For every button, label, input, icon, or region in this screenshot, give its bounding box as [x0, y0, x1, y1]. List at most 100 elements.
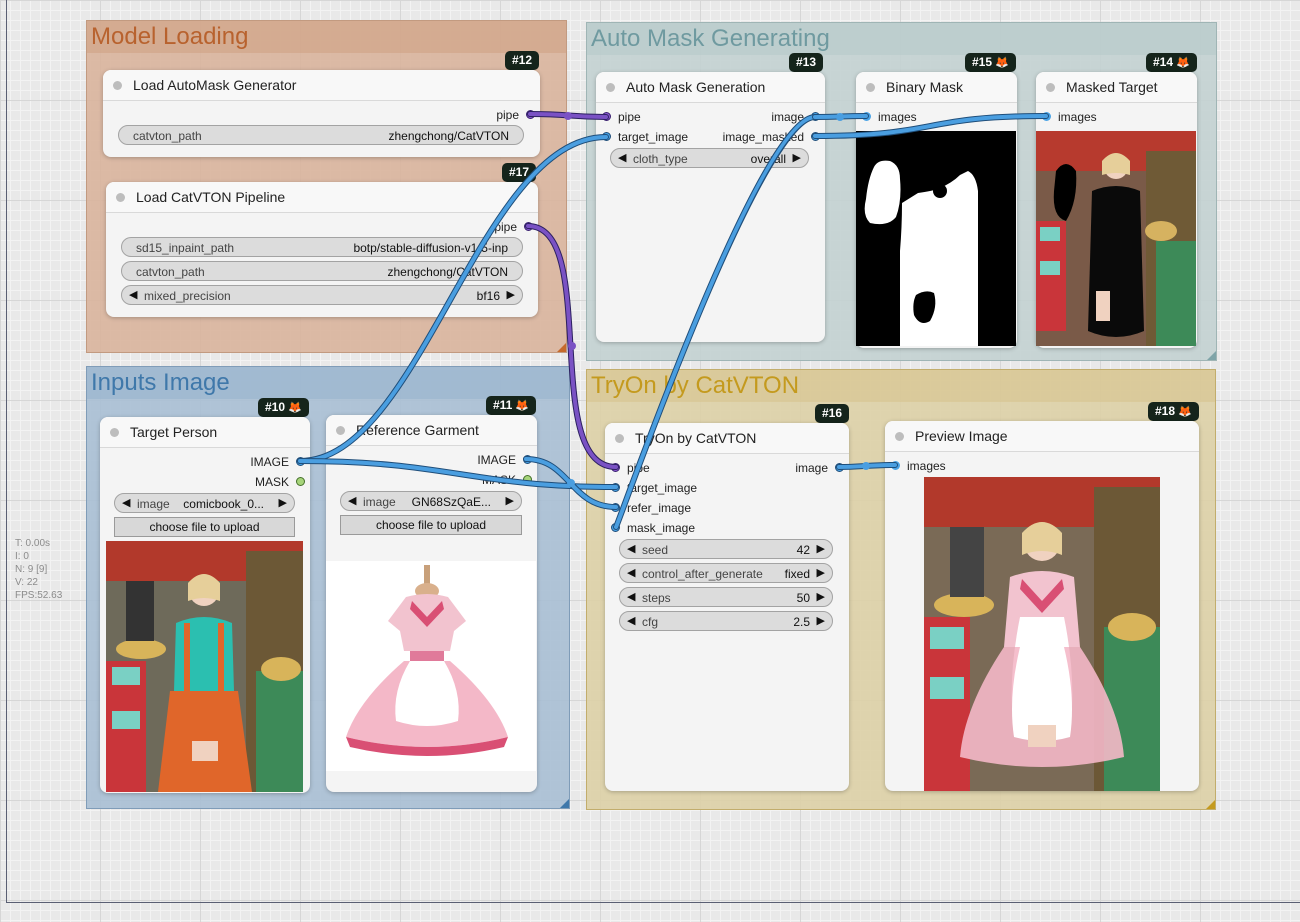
widget-steps[interactable]: ◀ steps 50 ▶ [619, 587, 833, 607]
output-dot[interactable] [835, 463, 844, 472]
widget-catvton-path[interactable]: catvton_path zhengchong/CatVTON [121, 261, 523, 281]
node-header[interactable]: Masked Target [1036, 72, 1197, 103]
output-dot[interactable] [296, 477, 305, 486]
node-header[interactable]: Preview Image [885, 421, 1199, 452]
output-dot[interactable] [811, 112, 820, 121]
output-dot[interactable] [523, 455, 532, 464]
input-dot[interactable] [891, 461, 900, 470]
input-dot[interactable] [611, 483, 620, 492]
input-dot[interactable] [602, 112, 611, 121]
input-images[interactable]: images [862, 110, 942, 124]
collapse-dot[interactable] [895, 432, 904, 441]
input-images[interactable]: images [891, 459, 971, 473]
input-pipe[interactable]: pipe [602, 110, 692, 124]
node-id-badge: #16 [815, 404, 850, 423]
node-masked-target[interactable]: Masked Target images [1036, 72, 1197, 348]
input-dot[interactable] [602, 132, 611, 141]
node-header[interactable]: Auto Mask Generation [596, 72, 825, 103]
input-dot[interactable] [611, 523, 620, 532]
widget-seed[interactable]: ◀ seed 42 ▶ [619, 539, 833, 559]
widget-control-after-generate[interactable]: ◀ control_after_generate fixed ▶ [619, 563, 833, 583]
input-target-image[interactable]: target_image [611, 481, 711, 495]
collapse-dot[interactable] [1046, 83, 1055, 92]
widget-image-select[interactable]: ◀ image GN68SzQaE... ▶ [340, 491, 522, 511]
input-refer-image[interactable]: refer_image [611, 501, 711, 515]
left-arrow-icon[interactable]: ◀ [122, 496, 130, 509]
collapse-dot[interactable] [615, 434, 624, 443]
node-reference-garment[interactable]: Reference Garment IMAGE MASK ◀ image GN68S… [326, 415, 537, 792]
widget-label: image [137, 497, 170, 511]
widget-image-select[interactable]: ◀ image comicbook_0... ▶ [114, 493, 295, 513]
group-resize-handle[interactable] [560, 799, 569, 808]
node-header[interactable]: TryOn by CatVTON [605, 423, 849, 454]
input-images[interactable]: images [1042, 110, 1122, 124]
node-binary-mask[interactable]: Binary Mask images [856, 72, 1017, 348]
node-header[interactable]: Reference Garment [326, 415, 537, 446]
choose-file-button[interactable]: choose file to upload [340, 515, 522, 535]
output-mask[interactable]: MASK [452, 473, 532, 487]
group-resize-handle[interactable] [557, 343, 566, 352]
node-preview-image[interactable]: Preview Image images [885, 421, 1199, 791]
widget-cfg[interactable]: ◀ cfg 2.5 ▶ [619, 611, 833, 631]
output-pipe[interactable]: pipe [435, 108, 535, 122]
collapse-dot[interactable] [336, 426, 345, 435]
input-dot[interactable] [862, 112, 871, 121]
right-arrow-icon[interactable]: ▶ [817, 542, 825, 555]
choose-file-button[interactable]: choose file to upload [114, 517, 295, 537]
node-auto-mask-generation[interactable]: Auto Mask Generation pipe target_image i… [596, 72, 825, 342]
output-image[interactable]: IMAGE [452, 453, 532, 467]
group-resize-handle[interactable] [1207, 351, 1216, 360]
right-arrow-icon[interactable]: ▶ [793, 151, 801, 164]
left-arrow-icon[interactable]: ◀ [627, 566, 635, 579]
input-dot[interactable] [1042, 112, 1051, 121]
node-load-catvton-pipeline[interactable]: Load CatVTON Pipeline pipe sd15_inpaint_… [106, 182, 538, 317]
left-arrow-icon[interactable]: ◀ [618, 151, 626, 164]
output-pipe[interactable]: pipe [433, 220, 533, 234]
output-dot[interactable] [523, 475, 532, 484]
slot-label: pipe [618, 110, 641, 124]
node-target-person[interactable]: Target Person IMAGE MASK ◀ image comicbook… [100, 417, 310, 793]
node-id-badge: #13 [789, 53, 824, 72]
output-dot[interactable] [524, 222, 533, 231]
output-dot[interactable] [811, 132, 820, 141]
collapse-dot[interactable] [866, 83, 875, 92]
node-header[interactable]: Load AutoMask Generator [103, 70, 540, 101]
output-image[interactable]: image [764, 461, 844, 475]
input-pipe[interactable]: pipe [611, 461, 691, 475]
left-arrow-icon[interactable]: ◀ [627, 542, 635, 555]
node-header[interactable]: Binary Mask [856, 72, 1017, 103]
node-header[interactable]: Load CatVTON Pipeline [106, 182, 538, 213]
collapse-dot[interactable] [110, 428, 119, 437]
right-arrow-icon[interactable]: ▶ [507, 288, 515, 301]
output-image[interactable]: IMAGE [225, 455, 305, 469]
node-load-automask-generator[interactable]: Load AutoMask Generator pipe catvton_pat… [103, 70, 540, 157]
output-dot[interactable] [526, 110, 535, 119]
left-arrow-icon[interactable]: ◀ [627, 590, 635, 603]
left-arrow-icon[interactable]: ◀ [627, 614, 635, 627]
input-target-image[interactable]: target_image [602, 130, 702, 144]
group-resize-handle[interactable] [1206, 800, 1215, 809]
collapse-dot[interactable] [116, 193, 125, 202]
right-arrow-icon[interactable]: ▶ [279, 496, 287, 509]
node-header[interactable]: Target Person [100, 417, 310, 448]
input-dot[interactable] [611, 463, 620, 472]
left-arrow-icon[interactable]: ◀ [129, 288, 137, 301]
input-mask-image[interactable]: mask_image [611, 521, 711, 535]
widget-catvton-path[interactable]: catvton_path zhengchong/CatVTON [118, 125, 524, 145]
left-arrow-icon[interactable]: ◀ [348, 494, 356, 507]
widget-cloth-type[interactable]: ◀ cloth_type overall ▶ [610, 148, 809, 168]
right-arrow-icon[interactable]: ▶ [506, 494, 514, 507]
output-image[interactable]: image [720, 110, 820, 124]
output-image-masked[interactable]: image_masked [710, 130, 820, 144]
collapse-dot[interactable] [113, 81, 122, 90]
right-arrow-icon[interactable]: ▶ [817, 614, 825, 627]
right-arrow-icon[interactable]: ▶ [817, 566, 825, 579]
widget-mixed-precision[interactable]: ◀ mixed_precision bf16 ▶ [121, 285, 523, 305]
right-arrow-icon[interactable]: ▶ [817, 590, 825, 603]
widget-sd15-inpaint-path[interactable]: sd15_inpaint_path botp/stable-diffusion-v… [121, 237, 523, 257]
node-tryon-by-catvton[interactable]: TryOn by CatVTON pipe target_image refer… [605, 423, 849, 791]
output-mask[interactable]: MASK [225, 475, 305, 489]
input-dot[interactable] [611, 503, 620, 512]
output-dot[interactable] [296, 457, 305, 466]
collapse-dot[interactable] [606, 83, 615, 92]
